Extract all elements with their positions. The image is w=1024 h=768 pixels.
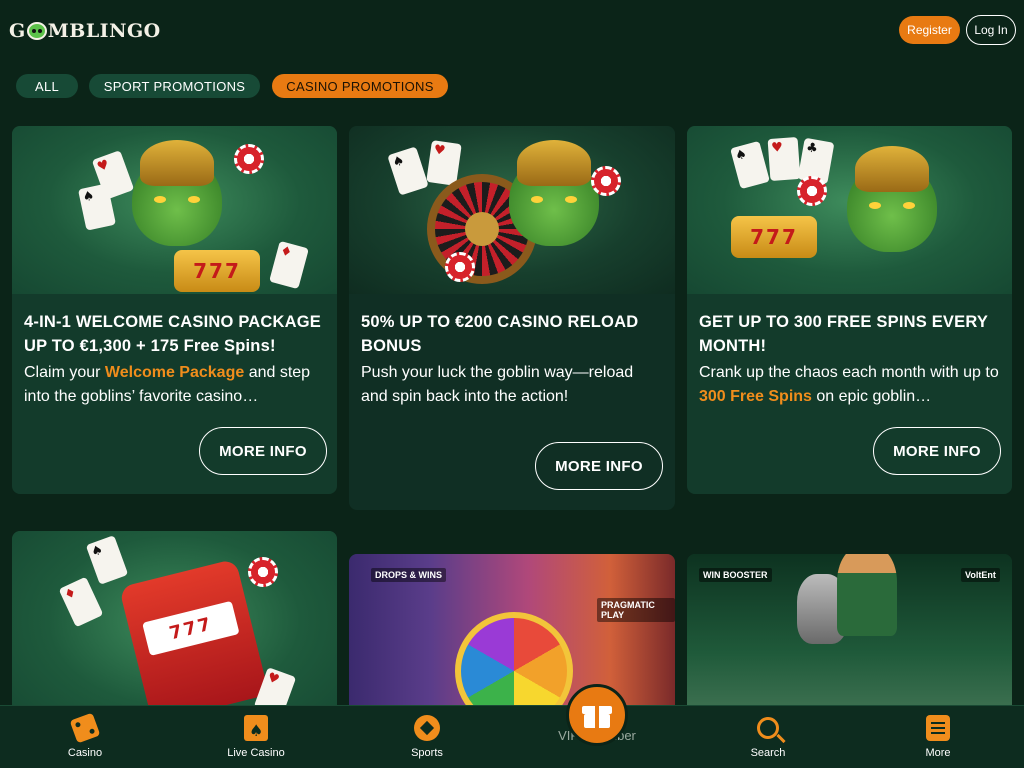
menu-icon [924,714,952,742]
nav-label: More [925,747,951,759]
goblin-mascot [132,140,222,246]
provider-tag: WIN BOOSTER [699,568,772,582]
casino-chip-icon [248,557,278,587]
casino-chip-icon [445,252,475,282]
promo-title: 50% UP TO €200 CASINO RELOAD BONUS [361,313,639,355]
promo-card-free-spins: ♠ ♥ ♣ 777 GET UP TO 300 FREE SPINS EVERY… [687,126,1012,494]
provider-tag: DROPS & WINS [371,568,447,582]
playing-card-icon: ♠ [730,140,770,190]
casino-chip-icon [591,166,621,196]
playing-card-icon: ♦ [269,240,309,290]
goblin-face-icon [26,22,47,40]
tab-all[interactable]: ALL [16,74,78,98]
character-image [837,554,897,636]
slot-reel-icon: 777 [142,600,240,657]
bottom-navigation: Casino Live Casino Sports VIP Chamber Se… [0,705,1024,768]
playing-card-icon: ♠ [85,535,129,585]
nav-search[interactable]: Search [728,714,808,764]
promo-image: ♠ ♥ ♣ 777 [687,126,1012,294]
promo-description: Crank up the chaos each month with up to… [699,364,999,405]
more-info-button[interactable]: MORE INFO [873,427,1001,475]
site-logo[interactable]: G MBLINGO [9,16,161,46]
nav-label: Live Casino [227,747,285,759]
nav-label: Casino [67,747,103,759]
site-header: G MBLINGO Register Log In [0,0,1024,60]
gift-button[interactable] [566,684,628,746]
promo-card-slot-machine[interactable]: ♠ ♦ 777 ♥ [12,531,337,731]
nav-more[interactable]: More [898,714,978,764]
nav-label: Sports [411,747,443,759]
goblin-mascot [509,140,599,246]
promo-image: ♥ ♠ 777 ♦ [12,126,337,294]
playing-card-icon: ♠ [387,146,429,196]
promo-card-reload: ♠ ♥ 50% UP TO €200 CASINO RELOAD BONUS P… [349,126,675,510]
provider-tag: PRAGMATIC PLAY [597,598,675,622]
more-info-button[interactable]: MORE INFO [535,442,663,490]
promo-title: GET UP TO 300 FREE SPINS EVERY MONTH! [699,313,988,355]
promo-card-welcome: ♥ ♠ 777 ♦ 4-IN-1 WELCOME CASINO PACKAGE … [12,126,337,494]
casino-chip-icon [797,176,827,206]
promo-description: Push your luck the goblin way—reload and… [361,364,634,405]
tab-casino-promotions[interactable]: CASINO PROMOTIONS [272,74,448,98]
nav-live-casino[interactable]: Live Casino [216,714,296,764]
tab-sport-promotions[interactable]: SPORT PROMOTIONS [89,74,260,98]
register-button[interactable]: Register [899,16,960,44]
slot-machine-icon: 777 [118,558,270,724]
playing-card-icon: ♦ [58,576,104,628]
gift-icon [582,702,612,728]
promo-description: Claim your Welcome Package and step into… [24,364,311,405]
more-info-button[interactable]: MORE INFO [199,427,327,475]
goblin-mascot [847,146,937,252]
nav-casino[interactable]: Casino [45,712,125,764]
promo-title: 4-IN-1 WELCOME CASINO PACKAGE UP TO €1,3… [24,313,322,355]
promo-image: ♠ ♥ [349,126,675,294]
logo-text: MBLINGO [47,20,161,42]
dice-icon [69,712,101,744]
cards-icon [242,714,270,745]
provider-tag: VoltEnt [961,568,1000,582]
nav-label: Search [750,747,786,759]
slot-reel-icon: 777 [731,216,817,258]
football-icon [413,714,441,742]
promo-image: ♠ ♦ 777 ♥ [12,531,337,731]
casino-chip-icon [234,144,264,174]
search-icon [754,714,782,742]
playing-card-icon: ♥ [767,137,801,181]
login-button[interactable]: Log In [966,15,1016,45]
logo-text-g: G [9,20,26,42]
slot-reel-icon: 777 [174,250,260,292]
promo-highlight: 300 Free Spins [699,388,812,405]
promo-highlight: Welcome Package [104,364,245,381]
nav-sports[interactable]: Sports [387,714,467,764]
